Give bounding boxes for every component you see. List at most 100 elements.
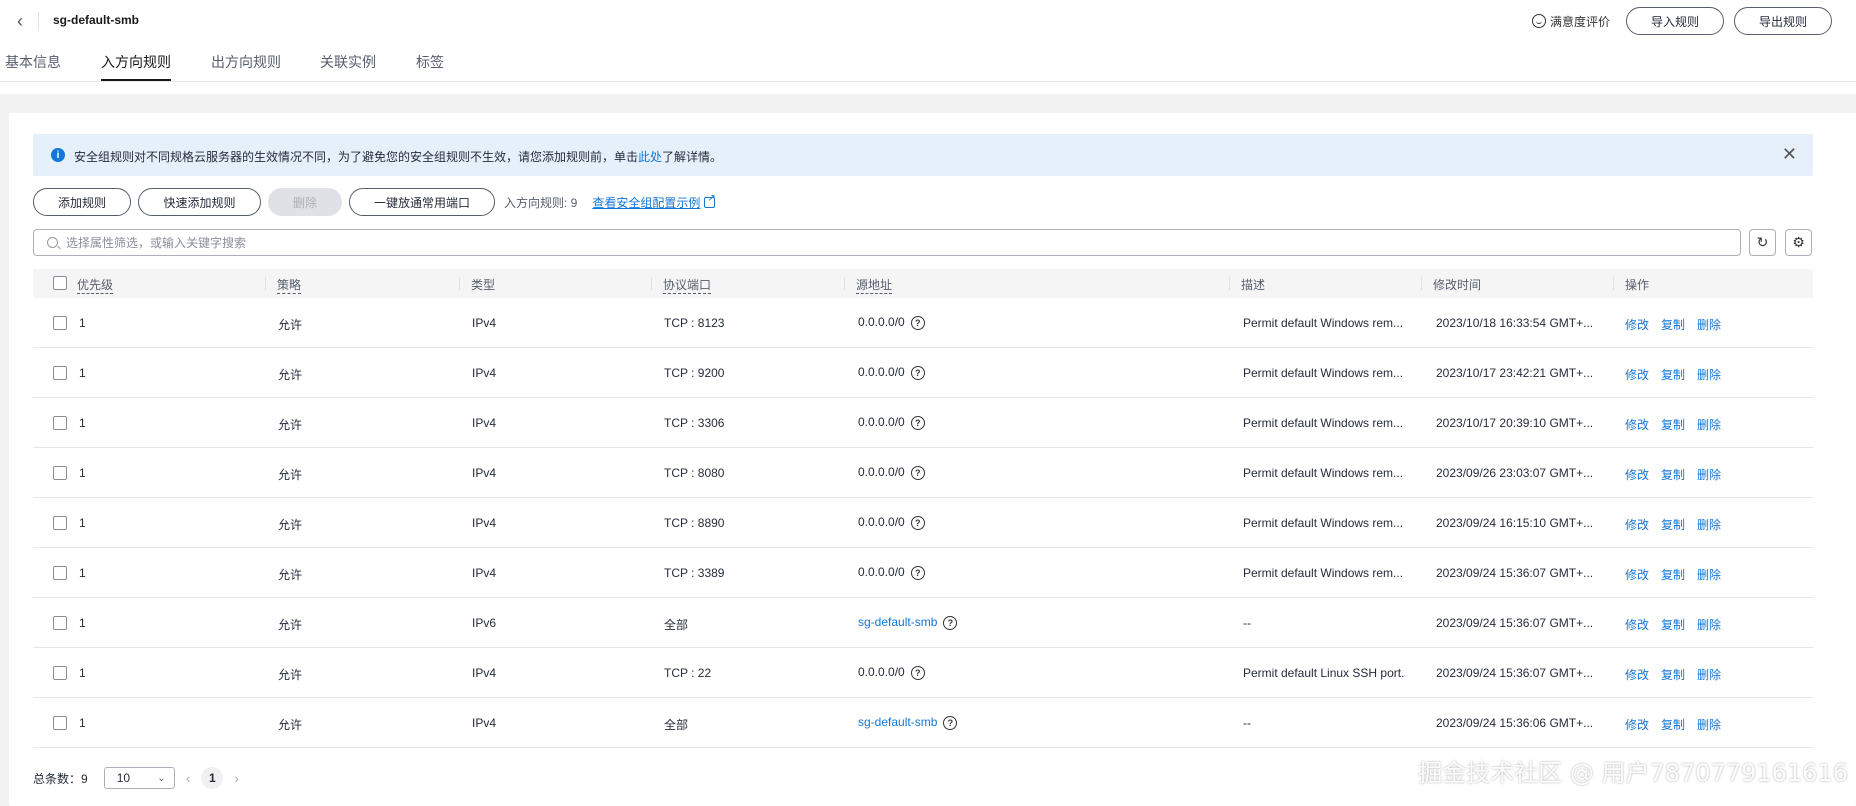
feedback-link[interactable]: 满意度评价 <box>1531 13 1610 30</box>
source-group-link[interactable]: sg-default-smb <box>858 615 937 629</box>
help-icon[interactable]: ? <box>910 415 925 430</box>
copy-link[interactable]: 复制 <box>1661 666 1685 683</box>
edit-link[interactable]: 修改 <box>1625 666 1649 683</box>
refresh-button[interactable]: ↻ <box>1749 229 1776 256</box>
page-size-select[interactable]: 10 ⌄ <box>103 767 175 789</box>
source-group-link[interactable]: sg-default-smb <box>858 715 937 729</box>
import-rules-button[interactable]: 导入规则 <box>1626 7 1724 35</box>
delete-link[interactable]: 删除 <box>1697 366 1721 383</box>
external-link-icon <box>704 193 716 208</box>
priority-cell: 1 <box>79 616 86 630</box>
help-icon[interactable]: ? <box>910 665 925 680</box>
help-icon[interactable]: ? <box>910 365 925 380</box>
copy-link[interactable]: 复制 <box>1661 366 1685 383</box>
delete-link[interactable]: 删除 <box>1697 316 1721 333</box>
close-icon[interactable]: ✕ <box>1782 145 1797 163</box>
copy-link[interactable]: 复制 <box>1661 716 1685 733</box>
tab-inbound-rules[interactable]: 入方向规则 <box>101 52 171 81</box>
edit-link[interactable]: 修改 <box>1625 366 1649 383</box>
column-divider <box>651 277 652 290</box>
refresh-icon: ↻ <box>1756 234 1769 250</box>
help-icon[interactable]: ? <box>910 315 925 330</box>
row-checkbox[interactable] <box>53 666 67 680</box>
header-protocol-port[interactable]: 协议端口 <box>663 276 712 294</box>
port-cell: 全部 <box>664 618 689 632</box>
row-checkbox[interactable] <box>53 566 67 580</box>
delete-link[interactable]: 删除 <box>1697 666 1721 683</box>
table-row: 1 允许 IPv4 TCP : 8123 0.0.0.0/0? Permit d… <box>33 298 1813 348</box>
notice-link[interactable]: 此处 <box>638 150 662 164</box>
priority-cell: 1 <box>79 566 86 580</box>
row-checkbox[interactable] <box>53 366 67 380</box>
column-divider <box>265 277 266 290</box>
toolbar: 添加规则 快速添加规则 删除 一键放通常用端口 入方向规则: 9 查看安全组配置… <box>33 188 716 216</box>
description-cell: Permit default Windows rem... <box>1243 316 1404 330</box>
help-icon[interactable]: ? <box>943 615 958 630</box>
header-policy[interactable]: 策略 <box>277 276 302 294</box>
row-checkbox[interactable] <box>53 616 67 630</box>
config-example-link[interactable]: 查看安全组配置示例 <box>592 193 716 211</box>
help-icon[interactable]: ? <box>943 715 958 730</box>
copy-link[interactable]: 复制 <box>1661 316 1685 333</box>
header-source[interactable]: 源地址 <box>856 276 893 294</box>
help-icon[interactable]: ? <box>910 465 925 480</box>
table-row: 1 允许 IPv4 TCP : 9200 0.0.0.0/0? Permit d… <box>33 348 1813 398</box>
tab-basic-info[interactable]: 基本信息 <box>5 52 61 72</box>
edit-link[interactable]: 修改 <box>1625 616 1649 633</box>
port-cell: TCP : 3389 <box>664 566 725 580</box>
column-divider <box>459 277 460 290</box>
source-address: 0.0.0.0/0 <box>858 365 905 379</box>
add-rule-button[interactable]: 添加规则 <box>33 188 131 216</box>
header-protocol-port-label: 协议端口 <box>663 278 712 294</box>
search-input[interactable] <box>66 235 1666 250</box>
delete-link[interactable]: 删除 <box>1697 516 1721 533</box>
row-checkbox[interactable] <box>53 316 67 330</box>
help-icon[interactable]: ? <box>910 565 925 580</box>
edit-link[interactable]: 修改 <box>1625 716 1649 733</box>
copy-link[interactable]: 复制 <box>1661 466 1685 483</box>
delete-link[interactable]: 删除 <box>1697 616 1721 633</box>
delete-link[interactable]: 删除 <box>1697 416 1721 433</box>
select-all-checkbox[interactable] <box>53 276 67 290</box>
export-rules-button[interactable]: 导出规则 <box>1734 7 1832 35</box>
help-icon[interactable]: ? <box>910 515 925 530</box>
edit-link[interactable]: 修改 <box>1625 566 1649 583</box>
header-actions: 操作 <box>1625 278 1650 292</box>
row-checkbox[interactable] <box>53 416 67 430</box>
quick-add-rule-button[interactable]: 快速添加规则 <box>138 188 261 216</box>
row-checkbox[interactable] <box>53 716 67 730</box>
table-row: 1 允许 IPv4 TCP : 3306 0.0.0.0/0? Permit d… <box>33 398 1813 448</box>
type-cell: IPv4 <box>472 566 497 580</box>
edit-link[interactable]: 修改 <box>1625 516 1649 533</box>
header-priority-label: 优先级 <box>77 278 114 294</box>
copy-link[interactable]: 复制 <box>1661 416 1685 433</box>
title-divider <box>38 12 39 30</box>
copy-link[interactable]: 复制 <box>1661 516 1685 533</box>
source-cell: 0.0.0.0/0? <box>858 465 925 480</box>
config-example-link-label: 查看安全组配置示例 <box>592 195 701 210</box>
column-divider <box>844 277 845 290</box>
next-page-icon[interactable]: › <box>234 770 239 786</box>
prev-page-icon[interactable]: ‹ <box>186 770 191 786</box>
copy-link[interactable]: 复制 <box>1661 616 1685 633</box>
settings-button[interactable]: ⚙ <box>1785 229 1812 256</box>
edit-link[interactable]: 修改 <box>1625 416 1649 433</box>
priority-cell: 1 <box>79 466 86 480</box>
copy-link[interactable]: 复制 <box>1661 566 1685 583</box>
edit-link[interactable]: 修改 <box>1625 466 1649 483</box>
open-common-ports-button[interactable]: 一键放通常用端口 <box>349 188 495 216</box>
header-priority[interactable]: 优先级 <box>77 276 114 294</box>
row-checkbox[interactable] <box>53 466 67 480</box>
tab-tags[interactable]: 标签 <box>416 52 444 72</box>
delete-link[interactable]: 删除 <box>1697 716 1721 733</box>
delete-link[interactable]: 删除 <box>1697 466 1721 483</box>
current-page[interactable]: 1 <box>201 767 224 789</box>
edit-link[interactable]: 修改 <box>1625 316 1649 333</box>
port-cell: TCP : 3306 <box>664 416 725 430</box>
type-cell: IPv4 <box>472 666 497 680</box>
tab-outbound-rules[interactable]: 出方向规则 <box>211 52 281 72</box>
delete-link[interactable]: 删除 <box>1697 566 1721 583</box>
row-checkbox[interactable] <box>53 516 67 530</box>
back-arrow-icon[interactable]: ‹ <box>12 11 28 31</box>
tab-associated-instances[interactable]: 关联实例 <box>320 52 376 72</box>
